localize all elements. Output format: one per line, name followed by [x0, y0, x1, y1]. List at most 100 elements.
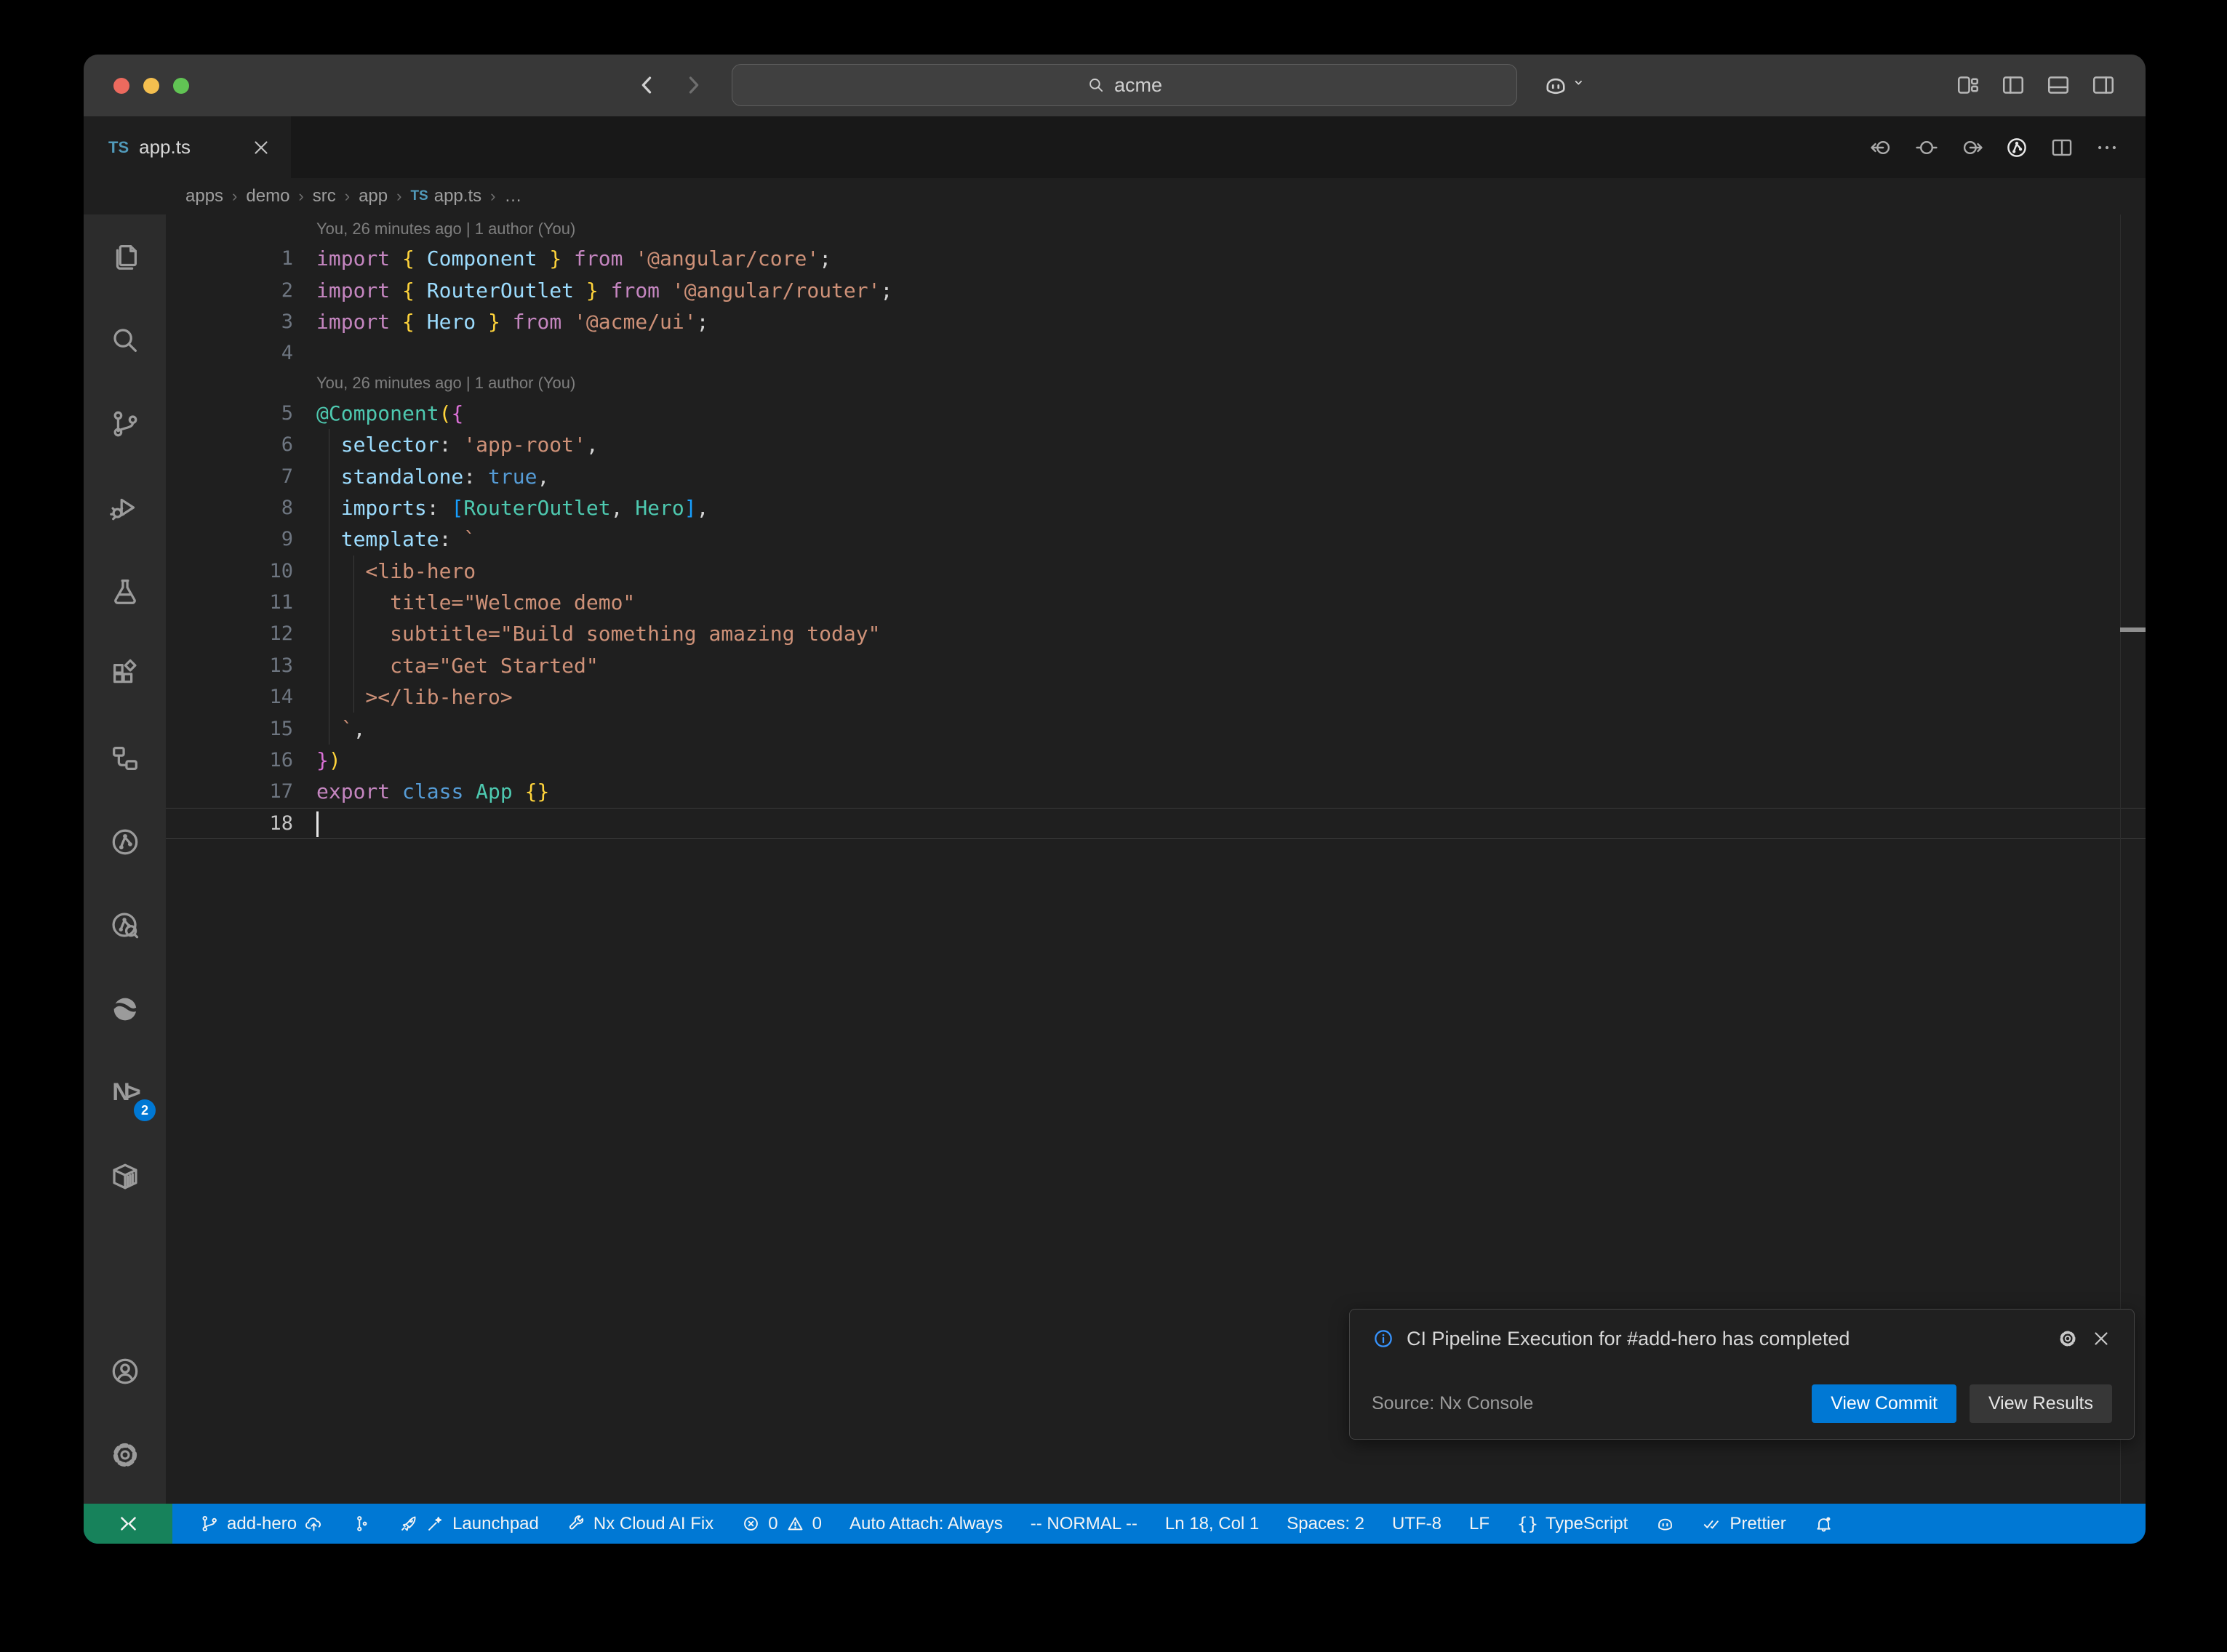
- code-line[interactable]: 18: [166, 808, 2146, 839]
- status-item-problems[interactable]: 00: [741, 1514, 822, 1534]
- status-item-git-branch-status[interactable]: add-hero: [200, 1514, 324, 1534]
- explorer-icon: [108, 240, 142, 273]
- code-line[interactable]: 13 cta="Get Started": [166, 650, 2146, 681]
- git-blame-annotation[interactable]: You, 26 minutes ago | 1 author (You): [166, 369, 2146, 398]
- activity-item-extensions[interactable]: [84, 633, 166, 716]
- blame-text: You, 26 minutes ago | 1 author (You): [316, 374, 575, 393]
- customize-layout-icon[interactable]: [1955, 72, 1981, 98]
- rocket-icon: [399, 1514, 418, 1533]
- code-line[interactable]: 7 standalone: true,: [166, 460, 2146, 492]
- breadcrumb-item[interactable]: src: [313, 186, 336, 206]
- code-line[interactable]: 1import { Component } from '@angular/cor…: [166, 243, 2146, 274]
- title-bar: acme: [84, 55, 2146, 116]
- activity-item-search[interactable]: [84, 298, 166, 382]
- code-line[interactable]: 8 imports: [RouterOutlet, Hero],: [166, 492, 2146, 524]
- activity-item-graph-search[interactable]: [84, 883, 166, 967]
- breadcrumb-item[interactable]: app: [359, 186, 388, 206]
- close-tab-icon[interactable]: [250, 137, 272, 159]
- status-item-vim-mode[interactable]: -- NORMAL --: [1031, 1514, 1138, 1534]
- history-back-icon[interactable]: [633, 71, 662, 100]
- code-line[interactable]: 10 <lib-hero: [166, 556, 2146, 587]
- activity-item-nx-console[interactable]: N>2: [84, 1051, 166, 1134]
- console-swirl-icon: [108, 993, 142, 1026]
- minimize-window-button[interactable]: [143, 78, 159, 94]
- status-item-commit-graph-status[interactable]: [351, 1514, 371, 1533]
- notification-close-icon[interactable]: [2090, 1328, 2112, 1350]
- code-line[interactable]: 3import { Hero } from '@acme/ui';: [166, 306, 2146, 337]
- status-item-eol[interactable]: LF: [1469, 1514, 1490, 1534]
- status-item-language-mode[interactable]: {}TypeScript: [1517, 1514, 1628, 1534]
- status-item-prettier[interactable]: Prettier: [1703, 1514, 1786, 1534]
- breadcrumb-label: apps: [185, 186, 223, 206]
- line-number: 9: [166, 528, 293, 550]
- activity-item-explorer[interactable]: [84, 214, 166, 298]
- status-item-notifications-bell[interactable]: [1814, 1514, 1834, 1533]
- command-center-search[interactable]: acme: [732, 64, 1517, 106]
- activity-item-references[interactable]: [84, 716, 166, 800]
- code-line[interactable]: 5@Component({: [166, 398, 2146, 429]
- breadcrumb-label: demo: [246, 186, 289, 206]
- split-editor-icon[interactable]: [2050, 135, 2074, 160]
- toggle-secondary-sidebar-icon[interactable]: [2090, 72, 2116, 98]
- code-line[interactable]: 14 ></lib-hero>: [166, 681, 2146, 713]
- code-line[interactable]: 16}): [166, 745, 2146, 776]
- containers-icon: [108, 1160, 142, 1193]
- activity-item-console-swirl[interactable]: [84, 967, 166, 1051]
- toggle-primary-sidebar-icon[interactable]: [2000, 72, 2026, 98]
- code-line[interactable]: 2import { RouterOutlet } from '@angular/…: [166, 274, 2146, 305]
- status-item-encoding[interactable]: UTF-8: [1392, 1514, 1442, 1534]
- status-item-auto-attach[interactable]: Auto Attach: Always: [849, 1514, 1003, 1534]
- breadcrumb-separator: ›: [345, 187, 350, 206]
- bell-dot-icon: [1814, 1514, 1834, 1533]
- activity-item-containers[interactable]: [84, 1134, 166, 1218]
- check-double-icon: [1703, 1514, 1722, 1533]
- code-line[interactable]: 15 `,: [166, 713, 2146, 744]
- view-results-button[interactable]: View Results: [1970, 1384, 2112, 1423]
- status-item-launchpad-status[interactable]: Launchpad: [399, 1514, 539, 1534]
- wrench-icon: [567, 1514, 586, 1533]
- close-window-button[interactable]: [113, 78, 129, 94]
- activity-item-account[interactable]: [84, 1329, 166, 1413]
- status-item-copilot-status[interactable]: [1655, 1514, 1675, 1533]
- code-line[interactable]: 4: [166, 337, 2146, 369]
- activity-item-settings[interactable]: [84, 1413, 166, 1496]
- main-area: N>2 You, 26 minutes ago | 1 author (You)…: [84, 214, 2146, 1504]
- code-line[interactable]: 11 title="Welcmoe demo": [166, 587, 2146, 618]
- status-label: Spaces: 2: [1287, 1514, 1364, 1534]
- more-actions-icon[interactable]: [2095, 135, 2119, 160]
- code-line[interactable]: 6 selector: 'app-root',: [166, 429, 2146, 460]
- activity-item-source-control[interactable]: [84, 382, 166, 465]
- git-blame-annotation[interactable]: You, 26 minutes ago | 1 author (You): [166, 214, 2146, 243]
- git-branch-icon: [200, 1514, 220, 1533]
- toggle-panel-icon[interactable]: [2045, 72, 2071, 98]
- breadcrumb-item[interactable]: TSapp.ts: [410, 186, 481, 206]
- activity-item-commit-graph[interactable]: [84, 800, 166, 883]
- breadcrumb-item[interactable]: …: [504, 186, 521, 206]
- status-item-remote-indicator[interactable]: [84, 1504, 172, 1544]
- line-number: 6: [166, 433, 293, 456]
- nav-current-icon[interactable]: [1914, 135, 1939, 160]
- tab-app-ts[interactable]: TS app.ts: [84, 116, 291, 178]
- commit-graph-button-icon[interactable]: [2004, 135, 2029, 160]
- code-line[interactable]: 9 template: `: [166, 524, 2146, 555]
- copilot-menu[interactable]: [1543, 72, 1589, 98]
- code-line[interactable]: 12 subtitle="Build something amazing tod…: [166, 618, 2146, 649]
- breadcrumb-item[interactable]: demo: [246, 186, 289, 206]
- notification-settings-gear-icon[interactable]: [2057, 1328, 2079, 1350]
- activity-item-testing[interactable]: [84, 549, 166, 633]
- line-number: 7: [166, 465, 293, 488]
- line-number: 10: [166, 560, 293, 582]
- view-commit-button[interactable]: View Commit: [1812, 1384, 1956, 1423]
- status-item-nx-cloud-ai-fix[interactable]: Nx Cloud AI Fix: [567, 1514, 713, 1534]
- status-label: -- NORMAL --: [1031, 1514, 1138, 1534]
- history-forward-icon[interactable]: [679, 71, 708, 100]
- breadcrumb-item[interactable]: apps: [185, 186, 223, 206]
- breadcrumb-label: …: [504, 186, 521, 206]
- nav-forward-icon[interactable]: [1959, 135, 1984, 160]
- zoom-window-button[interactable]: [173, 78, 189, 94]
- nav-back-icon[interactable]: [1869, 135, 1894, 160]
- code-line[interactable]: 17export class App {}: [166, 776, 2146, 807]
- status-item-indentation[interactable]: Spaces: 2: [1287, 1514, 1364, 1534]
- status-item-cursor-position[interactable]: Ln 18, Col 1: [1165, 1514, 1259, 1534]
- activity-item-run-debug[interactable]: [84, 465, 166, 549]
